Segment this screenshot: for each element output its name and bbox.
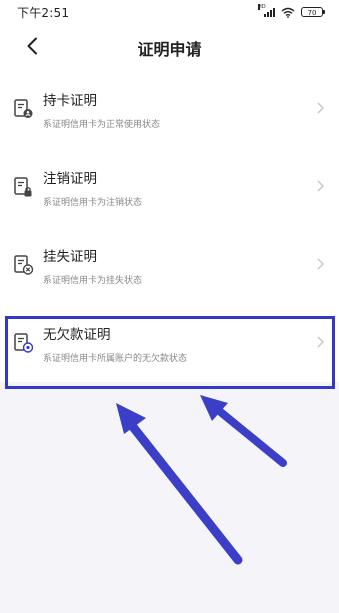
document-user-icon: [14, 99, 33, 118]
chevron-right-icon: [317, 258, 325, 270]
item-description: 系证明信用卡为挂失状态: [43, 276, 143, 286]
list-item-cancellation[interactable]: 注销证明 系证明信用卡为注销状态: [0, 148, 339, 226]
nav-bar: 证明申请: [0, 24, 339, 70]
status-icons: HD 70: [258, 4, 325, 19]
status-time: 下午2:51: [17, 6, 70, 20]
certificate-list: 持卡证明 系证明信用卡为正常使用状态 注销证明 系证明信用卡为注销状态 挂失证明: [0, 70, 339, 382]
signal-label: HD: [258, 4, 266, 10]
list-item-loss-report[interactable]: 挂失证明 系证明信用卡为挂失状态: [0, 226, 339, 304]
item-title: 挂失证明: [43, 249, 97, 265]
status-bar: 下午2:51 HD 70: [0, 0, 339, 24]
arrow-annotation: [116, 403, 243, 565]
battery-icon: 70: [301, 7, 325, 17]
chevron-right-icon: [317, 102, 325, 114]
item-title: 注销证明: [43, 171, 97, 187]
chevron-right-icon: [317, 336, 325, 348]
chevron-right-icon: [317, 180, 325, 192]
list-item-no-arrears[interactable]: 无欠款证明 系证明信用卡所属账户的无欠款状态: [0, 304, 339, 382]
page-title: 证明申请: [137, 40, 202, 59]
document-check-icon: [14, 333, 34, 353]
item-description: 系证明信用卡所属账户的无欠款状态: [43, 354, 188, 364]
signal-icon: HD: [258, 4, 275, 17]
arrow-annotation: [200, 395, 287, 467]
list-item-card-holding[interactable]: 持卡证明 系证明信用卡为正常使用状态: [0, 70, 339, 148]
document-cancel-icon: [14, 255, 34, 275]
document-lock-icon: [14, 177, 32, 197]
wifi-icon: [281, 7, 295, 18]
item-description: 系证明信用卡为注销状态: [43, 198, 143, 208]
item-title: 持卡证明: [43, 93, 97, 109]
item-description: 系证明信用卡为正常使用状态: [43, 120, 161, 130]
item-title: 无欠款证明: [43, 327, 111, 343]
